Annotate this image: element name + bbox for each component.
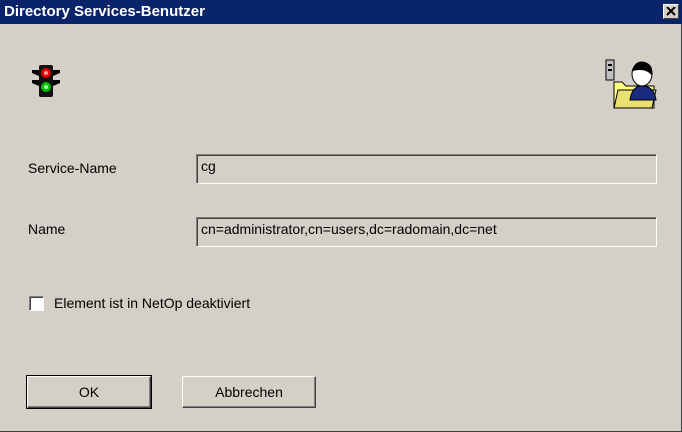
close-button[interactable]: [663, 4, 679, 19]
service-name-label: Service-Name: [28, 160, 117, 176]
title-bar[interactable]: Directory Services-Benutzer: [0, 0, 682, 24]
deactivated-checkbox[interactable]: [29, 296, 44, 311]
service-name-field[interactable]: cg: [196, 154, 657, 184]
traffic-light-icon: [32, 65, 60, 97]
deactivated-checkbox-label[interactable]: Element ist in NetOp deaktiviert: [54, 295, 250, 311]
ok-button[interactable]: OK: [26, 375, 152, 409]
directory-user-icon: [605, 59, 657, 109]
ok-button-label: OK: [78, 384, 100, 400]
close-icon: [666, 7, 676, 16]
dialog-window: Directory Services-Benutzer Service-Name…: [0, 0, 682, 432]
name-label: Name: [28, 221, 66, 237]
cancel-button-label: Abbrechen: [215, 384, 283, 400]
cancel-button[interactable]: Abbrechen: [182, 376, 316, 408]
window-title: Directory Services-Benutzer: [4, 3, 205, 20]
name-field[interactable]: cn=administrator,cn=users,dc=radomain,dc…: [196, 217, 657, 247]
